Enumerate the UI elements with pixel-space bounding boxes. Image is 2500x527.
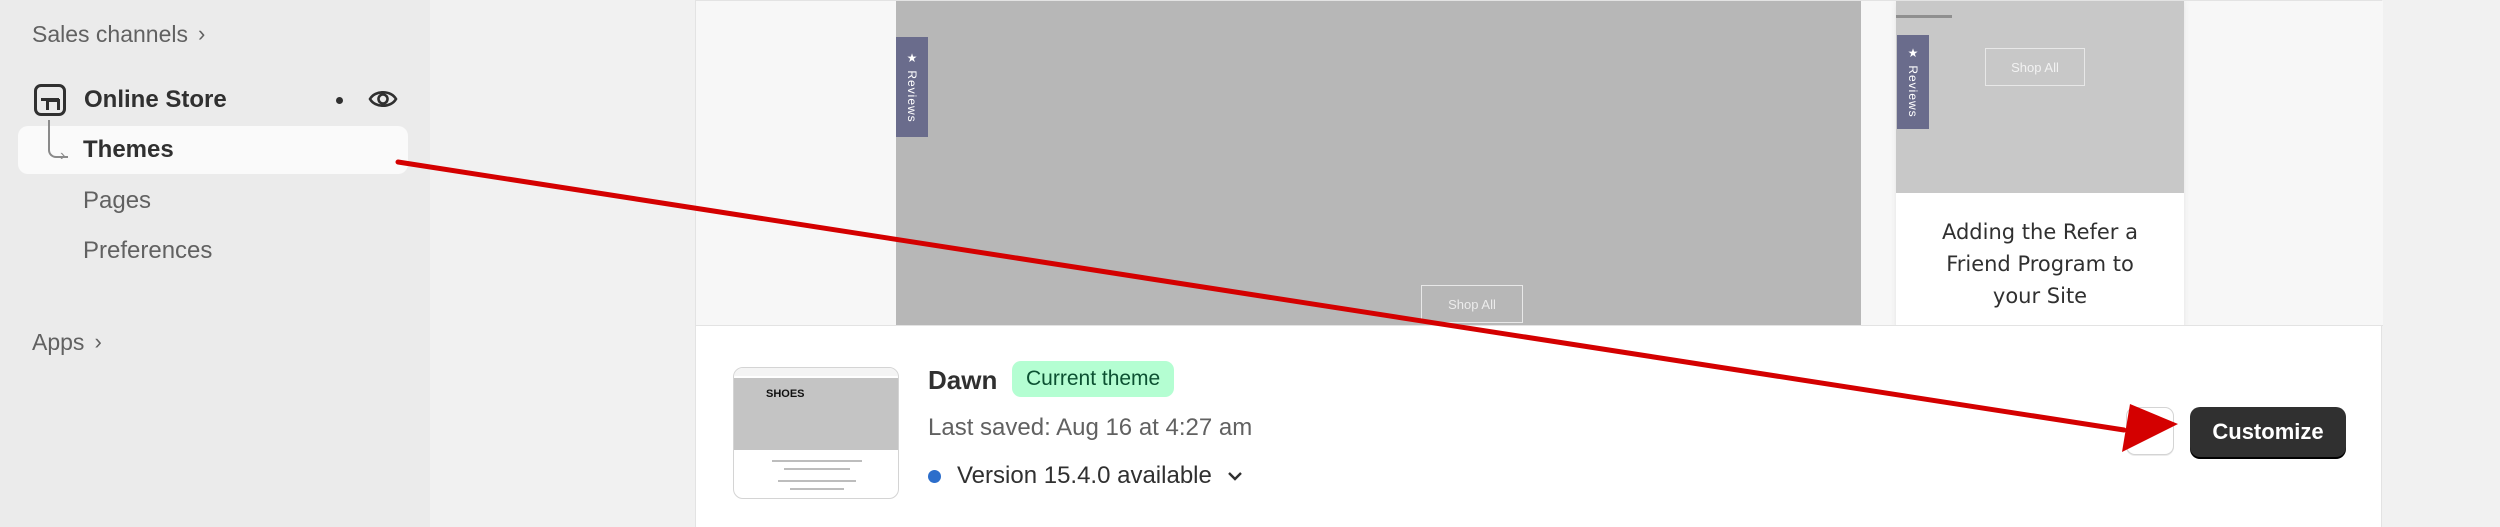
theme-actions-menu-button[interactable] [2126, 407, 2174, 455]
chevron-down-icon [1228, 472, 1242, 481]
sidebar-item-themes[interactable]: Themes [83, 132, 174, 168]
branch-arrow-icon: › [60, 147, 66, 164]
thumbnail-text-line [784, 468, 850, 470]
chevron-right-icon: › [94, 329, 102, 354]
thumbnail-text-line [790, 488, 844, 490]
apps-header[interactable]: Apps › [32, 324, 102, 360]
preview-shop-all-button: Shop All [1421, 285, 1523, 323]
eye-icon[interactable] [368, 86, 398, 112]
sidebar-item-preferences[interactable]: Preferences [83, 233, 212, 269]
chevron-right-icon: › [198, 21, 206, 46]
preview-hero-image: Shop All [896, 1, 1861, 325]
sidebar-item-online-store[interactable]: Online Store [34, 80, 406, 120]
store-icon [34, 84, 66, 116]
thumbnail-text-line [772, 460, 862, 462]
apps-label: Apps [32, 328, 85, 355]
thumbnail-header [734, 368, 898, 376]
preview-mobile-shop-all: Shop All [1985, 48, 2085, 86]
version-available[interactable]: Version 15.4.0 available [928, 461, 1244, 491]
status-dot [336, 97, 343, 104]
preview-mobile-heading: Adding the Refer a Friend Program to you… [1941, 220, 2138, 308]
current-theme-badge: Current theme [1012, 361, 1175, 397]
sidebar: Sales channels › Online Store › Themes P… [0, 0, 430, 527]
sidebar-item-pages[interactable]: Pages [83, 183, 151, 219]
sales-channels-header[interactable]: Sales channels › [32, 18, 205, 50]
preview-divider [1896, 15, 1952, 18]
version-status-dot [928, 469, 941, 483]
preview-mobile-image: Shop All [1896, 1, 2184, 193]
preview-mobile-reviews-tab: ★ Reviews [1897, 35, 1929, 129]
customize-button[interactable]: Customize [2190, 407, 2346, 457]
sidebar-item-themes-highlight[interactable] [18, 126, 408, 174]
thumbnail-hero [734, 378, 898, 450]
thumbnail-title: SHOES [766, 388, 805, 400]
version-text: Version 15.4.0 available [957, 462, 1212, 489]
last-saved-text: Last saved: Aug 16 at 4:27 am [928, 414, 1253, 441]
sidebar-item-label: Online Store [84, 86, 227, 113]
preview-reviews-tab: ★ Reviews [896, 37, 928, 137]
theme-preview: Shop All ★ Reviews Shop All Adding the R… [696, 1, 2383, 326]
sales-channels-label: Sales channels [32, 20, 188, 47]
current-theme-card: Shop All ★ Reviews Shop All Adding the R… [695, 0, 2383, 527]
theme-thumbnail[interactable]: SHOES [733, 367, 899, 499]
thumbnail-text-line [778, 480, 856, 482]
theme-name: Dawn [928, 365, 998, 395]
preview-mobile-frame: Shop All Adding the Refer a Friend Progr… [1896, 1, 2184, 325]
